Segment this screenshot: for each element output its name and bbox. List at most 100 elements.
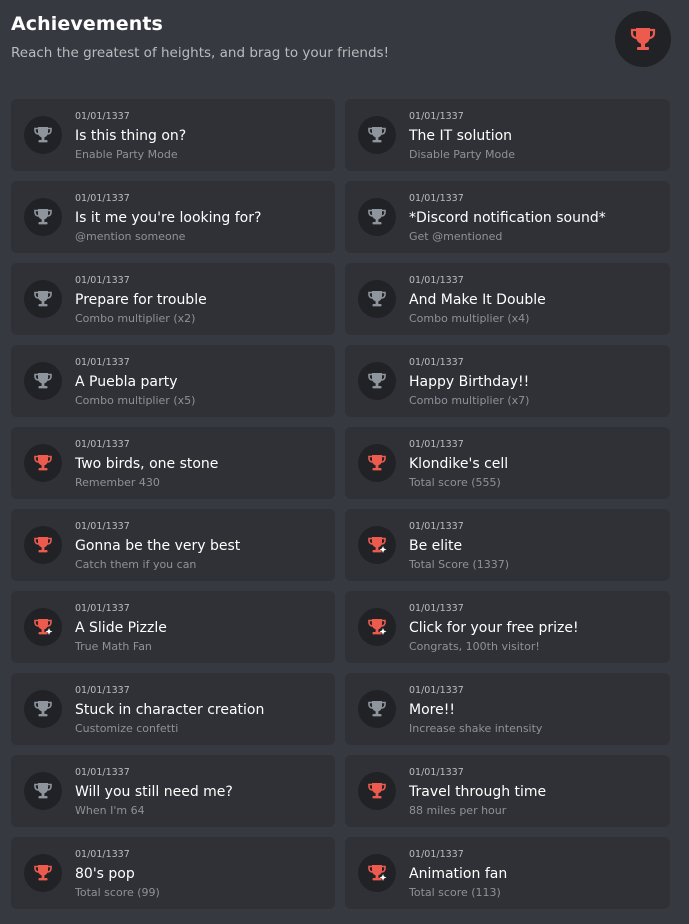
achievement-date: 01/01/1337 bbox=[75, 521, 130, 532]
achievement-badge bbox=[358, 854, 396, 892]
achievement-card[interactable]: 01/01/1337 Is this thing on? Enable Party … bbox=[11, 99, 335, 171]
achievement-name: Is it me you're looking for? bbox=[75, 210, 262, 226]
trophy-icon bbox=[366, 370, 388, 392]
achievement-card[interactable]: 01/01/1337 Is it me you're looking for? @m… bbox=[11, 181, 335, 253]
achievement-name: A Puebla party bbox=[75, 374, 178, 390]
achievement-description: Get @mentioned bbox=[409, 230, 503, 243]
achievement-card[interactable]: 01/01/1337 Gonna be the very best Catch th… bbox=[11, 509, 335, 581]
achievement-text: 01/01/1337 Is it me you're looking for? @m… bbox=[75, 193, 329, 244]
achievement-description: Disable Party Mode bbox=[409, 148, 515, 161]
achievement-description: Combo multiplier (x5) bbox=[75, 394, 196, 407]
page-header: Achievements Reach the greatest of heigh… bbox=[11, 12, 389, 62]
achievement-name: Stuck in character creation bbox=[75, 702, 265, 718]
achievement-name: Klondike's cell bbox=[409, 456, 509, 472]
achievement-text: 01/01/1337 More!! Increase shake intensity bbox=[409, 685, 664, 736]
achievement-date: 01/01/1337 bbox=[75, 685, 130, 696]
achievement-text: 01/01/1337 Will you still need me? When I'… bbox=[75, 767, 329, 818]
achievement-text: 01/01/1337 Animation fan Total score (113) bbox=[409, 849, 664, 900]
achievement-text: 01/01/1337 A Puebla party Combo multiplier… bbox=[75, 357, 329, 408]
achievement-card[interactable]: 01/01/1337 Be elite Total Score (1337) bbox=[345, 509, 670, 581]
achievement-description: When I'm 64 bbox=[75, 804, 145, 817]
achievement-badge bbox=[24, 198, 62, 236]
achievement-text: 01/01/1337 The IT solution Disable Party M… bbox=[409, 111, 664, 162]
achievement-date: 01/01/1337 bbox=[75, 357, 130, 368]
achievement-card[interactable]: 01/01/1337 Click for your free prize! Cong… bbox=[345, 591, 670, 663]
achievement-name: Is this thing on? bbox=[75, 128, 187, 144]
page-subtitle: Reach the greatest of heights, and brag … bbox=[11, 45, 389, 61]
achievement-card[interactable]: 01/01/1337 Two birds, one stone Remember 4… bbox=[11, 427, 335, 499]
achievement-name: A Slide Pizzle bbox=[75, 620, 167, 636]
achievement-date: 01/01/1337 bbox=[409, 685, 464, 696]
achievement-name: Two birds, one stone bbox=[75, 456, 219, 472]
achievement-date: 01/01/1337 bbox=[75, 603, 130, 614]
achievement-description: Total Score (1337) bbox=[409, 558, 510, 571]
achievement-name: Be elite bbox=[409, 538, 463, 554]
trophy-sparkle-icon bbox=[366, 616, 388, 638]
achievement-badge bbox=[358, 116, 396, 154]
trophy-sparkle-icon bbox=[366, 862, 388, 884]
achievement-card[interactable]: 01/01/1337 Klondike's cell Total score (55… bbox=[345, 427, 670, 499]
achievement-card[interactable]: 01/01/1337 Animation fan Total score (113) bbox=[345, 837, 670, 909]
achievements-grid: 01/01/1337 Is this thing on? Enable Party … bbox=[11, 99, 670, 909]
achievement-badge bbox=[24, 280, 62, 318]
achievement-name: 80's pop bbox=[75, 866, 135, 882]
achievement-description: Total score (99) bbox=[75, 886, 160, 899]
trophy-icon bbox=[32, 124, 54, 146]
achievement-description: Combo multiplier (x7) bbox=[409, 394, 530, 407]
achievement-text: 01/01/1337 Is this thing on? Enable Party … bbox=[75, 111, 329, 162]
achievement-badge bbox=[24, 444, 62, 482]
trophy-icon bbox=[32, 534, 54, 556]
achievement-date: 01/01/1337 bbox=[409, 849, 464, 860]
achievement-text: 01/01/1337 And Make It Double Combo multip… bbox=[409, 275, 664, 326]
achievement-badge bbox=[358, 772, 396, 810]
achievement-card[interactable]: 01/01/1337 Will you still need me? When I'… bbox=[11, 755, 335, 827]
achievement-card[interactable]: 01/01/1337 The IT solution Disable Party M… bbox=[345, 99, 670, 171]
trophy-sparkle-icon bbox=[366, 534, 388, 556]
achievement-description: Remember 430 bbox=[75, 476, 160, 489]
achievement-text: 01/01/1337 A Slide Pizzle True Math Fan bbox=[75, 603, 329, 654]
achievement-text: 01/01/1337 80's pop Total score (99) bbox=[75, 849, 329, 900]
achievement-badge bbox=[358, 444, 396, 482]
achievement-card[interactable]: 01/01/1337 80's pop Total score (99) bbox=[11, 837, 335, 909]
achievement-date: 01/01/1337 bbox=[75, 439, 130, 450]
achievement-text: 01/01/1337 Klondike's cell Total score (55… bbox=[409, 439, 664, 490]
achievement-card[interactable]: 01/01/1337 Travel through time 88 miles pe… bbox=[345, 755, 670, 827]
achievement-description: Combo multiplier (x2) bbox=[75, 312, 196, 325]
achievement-card[interactable]: 01/01/1337 Prepare for trouble Combo multi… bbox=[11, 263, 335, 335]
achievement-card[interactable]: 01/01/1337 A Slide Pizzle True Math Fan bbox=[11, 591, 335, 663]
achievement-card[interactable]: 01/01/1337 A Puebla party Combo multiplier… bbox=[11, 345, 335, 417]
achievement-date: 01/01/1337 bbox=[409, 603, 464, 614]
achievement-date: 01/01/1337 bbox=[409, 111, 464, 122]
achievement-name: Animation fan bbox=[409, 866, 508, 882]
achievement-date: 01/01/1337 bbox=[409, 275, 464, 286]
trophy-icon bbox=[32, 206, 54, 228]
achievement-name: And Make It Double bbox=[409, 292, 546, 308]
achievement-date: 01/01/1337 bbox=[75, 193, 130, 204]
trophy-icon bbox=[32, 780, 54, 802]
achievement-badge bbox=[358, 608, 396, 646]
achievement-description: True Math Fan bbox=[75, 640, 152, 653]
achievement-card[interactable]: 01/01/1337 More!! Increase shake intensity bbox=[345, 673, 670, 745]
trophy-icon bbox=[366, 780, 388, 802]
trophy-icon bbox=[32, 862, 54, 884]
achievement-badge bbox=[24, 362, 62, 400]
trophy-icon bbox=[629, 25, 657, 53]
achievement-date: 01/01/1337 bbox=[409, 439, 464, 450]
achievement-description: Congrats, 100th visitor! bbox=[409, 640, 540, 653]
achievement-badge bbox=[358, 526, 396, 564]
trophy-icon bbox=[366, 698, 388, 720]
achievement-badge bbox=[24, 690, 62, 728]
achievement-text: 01/01/1337 Be elite Total Score (1337) bbox=[409, 521, 664, 572]
achievement-card[interactable]: 01/01/1337 *Discord notification sound* Ge… bbox=[345, 181, 670, 253]
achievement-text: 01/01/1337 Prepare for trouble Combo multi… bbox=[75, 275, 329, 326]
trophy-icon bbox=[366, 288, 388, 310]
achievement-card[interactable]: 01/01/1337 And Make It Double Combo multip… bbox=[345, 263, 670, 335]
achievement-date: 01/01/1337 bbox=[409, 521, 464, 532]
achievement-card[interactable]: 01/01/1337 Stuck in character creation Cus… bbox=[11, 673, 335, 745]
achievement-date: 01/01/1337 bbox=[409, 193, 464, 204]
achievement-badge bbox=[358, 690, 396, 728]
achievement-name: The IT solution bbox=[409, 128, 513, 144]
achievement-card[interactable]: 01/01/1337 Happy Birthday!! Combo multipli… bbox=[345, 345, 670, 417]
achievement-name: Prepare for trouble bbox=[75, 292, 207, 308]
trophy-icon bbox=[32, 698, 54, 720]
